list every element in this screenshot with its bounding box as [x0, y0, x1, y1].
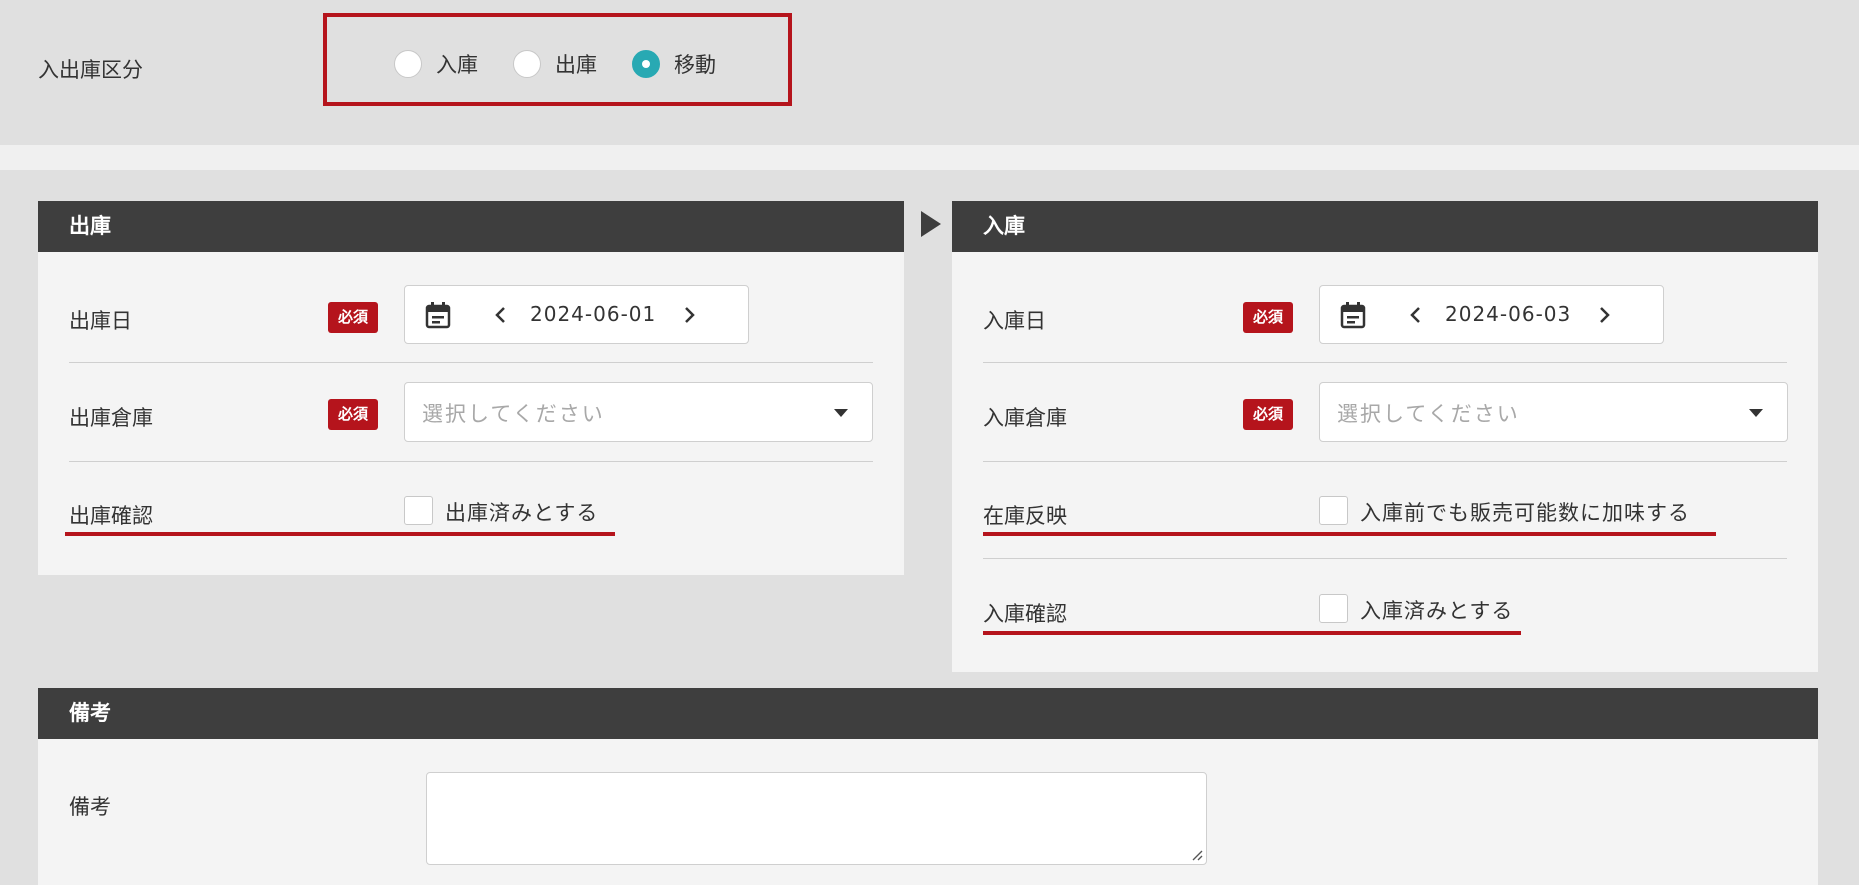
notes-panel-title: 備考 [38, 688, 1818, 739]
inbound-reflect-checkbox-text[interactable]: 入庫前でも販売可能数に加味する [1360, 497, 1690, 527]
outbound-warehouse-label: 出庫倉庫 [69, 406, 153, 430]
inbound-date-label: 入庫日 [983, 309, 1046, 333]
radio-outbound-circle[interactable] [513, 50, 541, 78]
row-divider [983, 461, 1787, 462]
required-badge: 必須 [328, 399, 378, 430]
outbound-warehouse-placeholder: 選択してください [422, 402, 605, 426]
calendar-icon[interactable] [1340, 301, 1366, 329]
inbound-panel: 入庫 入庫日 必須 2024-06-03 入庫倉庫 必須 選択してください 在庫… [952, 201, 1818, 672]
chevron-left-icon[interactable] [489, 300, 513, 330]
radio-transfer[interactable]: 移動 [632, 49, 716, 79]
movement-type-section: 入出庫区分 入庫 出庫 移動 [0, 0, 1859, 145]
outbound-date-picker[interactable]: 2024-06-01 [404, 285, 749, 344]
radio-inbound-circle[interactable] [394, 50, 422, 78]
inbound-date-value[interactable]: 2024-06-03 [1445, 302, 1571, 326]
row-divider [69, 362, 873, 363]
inbound-reflect-checkbox[interactable] [1319, 496, 1348, 525]
radio-transfer-label: 移動 [674, 53, 716, 77]
notes-textarea[interactable] [426, 772, 1207, 865]
radio-selected-dot [642, 60, 650, 68]
inbound-confirm-label: 入庫確認 [983, 602, 1067, 626]
calendar-icon[interactable] [425, 301, 451, 329]
inbound-confirm-underline [983, 631, 1521, 635]
dropdown-caret-icon [1749, 409, 1763, 417]
outbound-confirm-checkbox[interactable] [404, 496, 433, 525]
inbound-confirm-checkbox-text[interactable]: 入庫済みとする [1360, 595, 1513, 625]
radio-inbound-label: 入庫 [436, 53, 478, 77]
required-badge: 必須 [1243, 302, 1293, 333]
required-badge: 必須 [328, 302, 378, 333]
inbound-reflect-underline [983, 532, 1716, 536]
resize-grip-icon[interactable] [1191, 849, 1203, 861]
outbound-confirm-label: 出庫確認 [69, 504, 153, 528]
inbound-warehouse-label: 入庫倉庫 [983, 406, 1067, 430]
radio-transfer-circle[interactable] [632, 50, 660, 78]
section-separator [0, 145, 1859, 170]
inbound-date-picker[interactable]: 2024-06-03 [1319, 285, 1664, 344]
required-badge: 必須 [1243, 399, 1293, 430]
movement-type-label: 入出庫区分 [38, 58, 143, 82]
outbound-panel: 出庫 出庫日 必須 2024-06-01 出庫倉庫 必須 選択してください 出庫… [38, 201, 904, 575]
inbound-warehouse-placeholder: 選択してください [1337, 402, 1520, 426]
radio-inbound[interactable]: 入庫 [394, 49, 478, 79]
inbound-panel-title: 入庫 [952, 201, 1818, 252]
outbound-confirm-checkbox-text[interactable]: 出庫済みとする [445, 497, 598, 527]
row-divider [983, 558, 1787, 559]
inbound-reflect-label: 在庫反映 [983, 504, 1067, 528]
outbound-confirm-underline [65, 532, 615, 536]
outbound-panel-title: 出庫 [38, 201, 904, 252]
arrow-right-icon [921, 211, 941, 237]
chevron-left-icon[interactable] [1404, 300, 1428, 330]
row-divider [983, 362, 1787, 363]
outbound-warehouse-select[interactable]: 選択してください [404, 382, 873, 442]
notes-panel: 備考 備考 [38, 688, 1818, 885]
outbound-date-label: 出庫日 [69, 309, 132, 333]
dropdown-caret-icon [834, 409, 848, 417]
chevron-right-icon[interactable] [677, 300, 701, 330]
radio-outbound[interactable]: 出庫 [513, 49, 597, 79]
inbound-warehouse-select[interactable]: 選択してください [1319, 382, 1788, 442]
inbound-confirm-checkbox[interactable] [1319, 594, 1348, 623]
row-divider [69, 461, 873, 462]
radio-outbound-label: 出庫 [555, 53, 597, 77]
chevron-right-icon[interactable] [1592, 300, 1616, 330]
outbound-date-value[interactable]: 2024-06-01 [530, 302, 656, 326]
notes-label: 備考 [69, 795, 111, 819]
